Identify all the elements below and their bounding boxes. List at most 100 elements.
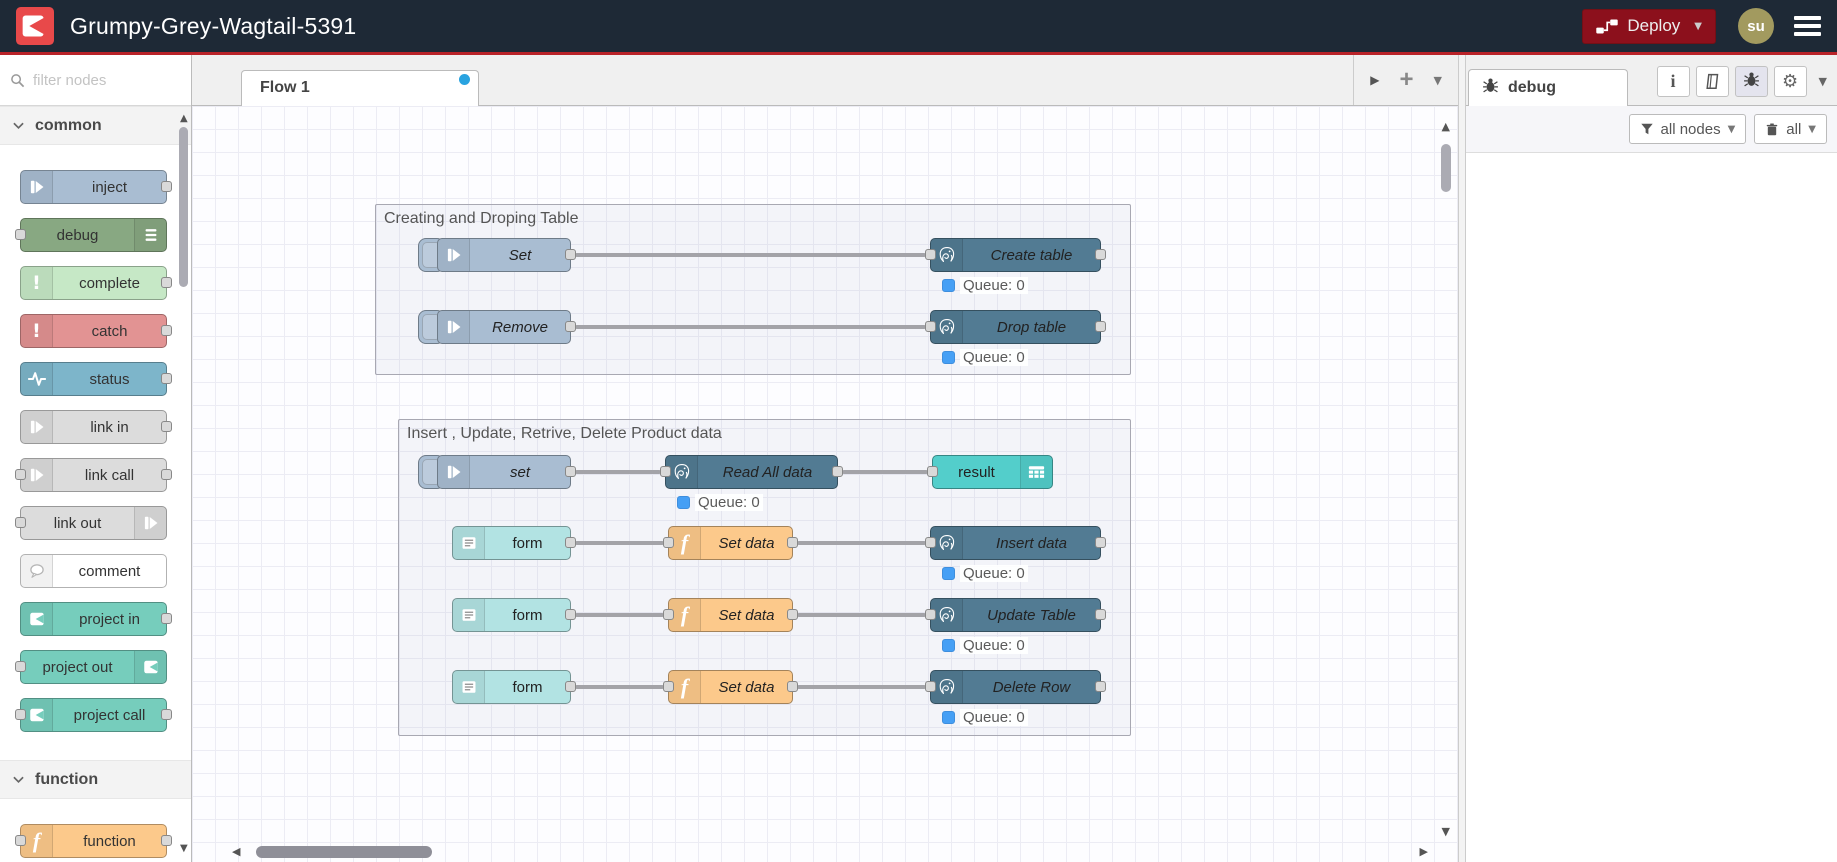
palette-node-link-call[interactable]: link call [15, 458, 172, 492]
flow-node-form1[interactable]: form [452, 526, 576, 560]
input-port[interactable] [925, 321, 936, 332]
clear-messages-button[interactable]: all ▼ [1754, 114, 1827, 144]
palette-node-comment[interactable]: comment [20, 554, 167, 588]
flow-node-read-all[interactable]: Read All data [660, 455, 843, 489]
help-button[interactable] [1695, 66, 1729, 97]
flow-node-setdata1[interactable]: f Set data [663, 526, 798, 560]
flow-node-delete-row[interactable]: Delete Row [925, 670, 1106, 704]
palette-node-link-out[interactable]: link out [15, 506, 167, 540]
input-port[interactable] [660, 466, 671, 477]
input-port[interactable] [925, 681, 936, 692]
output-port[interactable] [565, 537, 576, 548]
output-port[interactable] [565, 466, 576, 477]
flow-node-form2[interactable]: form [452, 598, 576, 632]
tab-list-caret-icon[interactable]: ▼ [1434, 74, 1442, 87]
palette-node-inject[interactable]: inject [20, 170, 172, 204]
input-port[interactable] [15, 661, 26, 672]
flow-canvas[interactable]: ▲ ▼ ◀ ▶ Creating and Droping Table Insert… [192, 106, 1458, 862]
input-port[interactable] [15, 709, 26, 720]
wire-remove1-to-drop-table[interactable] [575, 325, 926, 329]
avatar[interactable]: su [1738, 8, 1774, 44]
input-port[interactable] [663, 681, 674, 692]
palette-node-complete[interactable]: ! complete [20, 266, 172, 300]
expand-tabs-icon[interactable]: ▶ [1370, 73, 1379, 87]
wire-form3-to-setdata3[interactable] [575, 685, 664, 689]
flow-node-insert-data[interactable]: Insert data [925, 526, 1106, 560]
output-port[interactable] [161, 277, 172, 288]
wire-set2-to-read-all[interactable] [575, 470, 661, 474]
input-port[interactable] [925, 609, 936, 620]
wire-setdata3-to-delete-row[interactable] [797, 685, 926, 689]
output-port[interactable] [1095, 249, 1106, 260]
output-port[interactable] [787, 609, 798, 620]
debug-messages-panel[interactable] [1466, 154, 1837, 862]
flow-node-drop-table[interactable]: Drop table [925, 310, 1106, 344]
flow-node-result[interactable]: result [927, 455, 1053, 489]
canvas-scroll-left-icon[interactable]: ◀ [232, 845, 240, 858]
input-port[interactable] [15, 469, 26, 480]
canvas-scroll-right-icon[interactable]: ▶ [1420, 845, 1428, 858]
wire-read-all-to-result[interactable] [842, 470, 928, 474]
palette-node-status[interactable]: status [20, 362, 172, 396]
output-port[interactable] [161, 181, 172, 192]
palette-scroll-up-icon[interactable]: ▲ [180, 113, 188, 124]
input-port[interactable] [15, 229, 26, 240]
flow-node-form3[interactable]: form [452, 670, 576, 704]
wire-setdata2-to-update-table[interactable] [797, 613, 926, 617]
canvas-hscrollbar-thumb[interactable] [256, 846, 432, 858]
palette-search[interactable] [0, 55, 191, 106]
output-port[interactable] [787, 537, 798, 548]
flow-node-setdata3[interactable]: f Set data [663, 670, 798, 704]
tab-flow-1[interactable]: Flow 1 [241, 70, 479, 106]
output-port[interactable] [1095, 537, 1106, 548]
sidebar-splitter[interactable] [1458, 55, 1466, 862]
output-port[interactable] [161, 613, 172, 624]
input-port[interactable] [15, 835, 26, 846]
input-port[interactable] [925, 537, 936, 548]
output-port[interactable] [161, 469, 172, 480]
input-port[interactable] [15, 517, 26, 528]
canvas-scroll-up-icon[interactable]: ▲ [1442, 120, 1450, 133]
palette-scroll-down-icon[interactable]: ▼ [180, 843, 188, 854]
flow-node-set2[interactable]: set [437, 455, 576, 489]
hamburger-icon[interactable] [1792, 12, 1823, 40]
deploy-caret-icon[interactable]: ▼ [1694, 21, 1702, 32]
filter-nodes-button[interactable]: all nodes ▼ [1628, 114, 1747, 144]
category-header-common[interactable]: common [0, 106, 191, 145]
wire-set1-to-create-table[interactable] [575, 253, 926, 257]
output-port[interactable] [565, 609, 576, 620]
input-port[interactable] [663, 537, 674, 548]
flow-node-setdata2[interactable]: f Set data [663, 598, 798, 632]
flow-node-remove1[interactable]: Remove [437, 310, 576, 344]
output-port[interactable] [161, 835, 172, 846]
info-button[interactable]: i [1656, 66, 1690, 97]
config-nodes-button[interactable]: ⚙ [1773, 66, 1807, 97]
palette-node-project-out[interactable]: project out [15, 650, 167, 684]
category-header-function[interactable]: function [0, 760, 191, 799]
canvas-scroll-down-icon[interactable]: ▼ [1442, 825, 1450, 838]
output-port[interactable] [161, 709, 172, 720]
flow-node-set1[interactable]: Set [437, 238, 576, 272]
palette-node-function[interactable]: f function [15, 824, 172, 858]
palette-node-project-call[interactable]: project call [15, 698, 172, 732]
palette-node-debug[interactable]: debug [15, 218, 167, 252]
flow-node-update-table[interactable]: Update Table [925, 598, 1106, 632]
output-port[interactable] [565, 249, 576, 260]
output-port[interactable] [161, 325, 172, 336]
palette-node-link-in[interactable]: link in [20, 410, 172, 444]
palette-search-input[interactable] [33, 71, 163, 89]
output-port[interactable] [161, 373, 172, 384]
canvas-vscrollbar-thumb[interactable] [1441, 144, 1451, 192]
input-port[interactable] [925, 249, 936, 260]
palette-node-project-in[interactable]: project in [20, 602, 172, 636]
palette-scrollbar-thumb[interactable] [179, 127, 188, 287]
wire-setdata1-to-insert-data[interactable] [797, 541, 926, 545]
output-port[interactable] [1095, 609, 1106, 620]
add-flow-button[interactable]: + [1400, 68, 1414, 92]
output-port[interactable] [787, 681, 798, 692]
output-port[interactable] [565, 321, 576, 332]
wire-form2-to-setdata2[interactable] [575, 613, 664, 617]
output-port[interactable] [1095, 321, 1106, 332]
output-port[interactable] [565, 681, 576, 692]
sidebar-caret-down-icon[interactable]: ▼ [1819, 75, 1827, 88]
